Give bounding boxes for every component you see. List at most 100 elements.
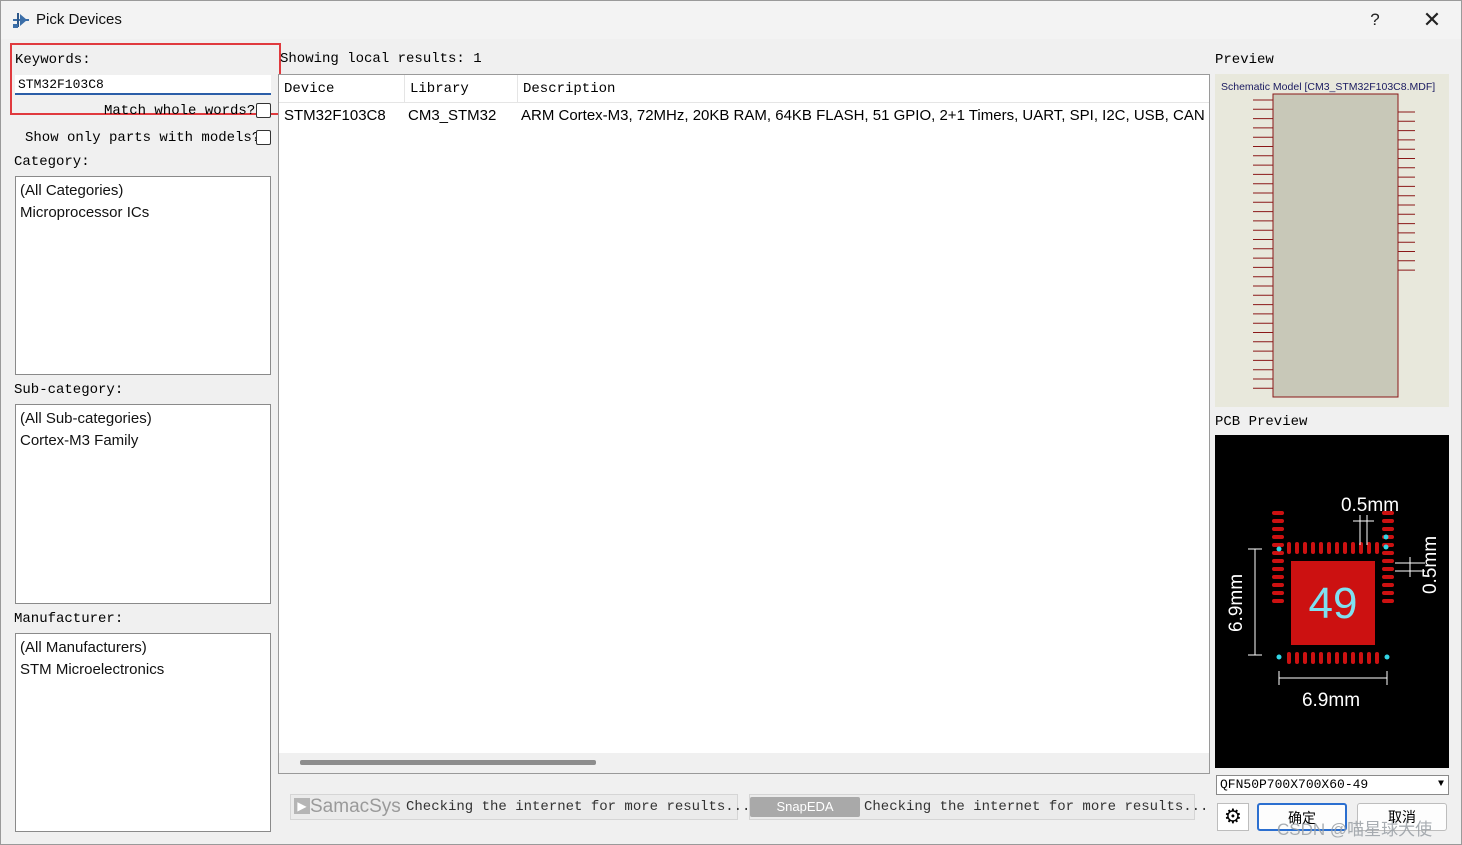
pcb-pad xyxy=(1367,652,1371,664)
watermark-text: CSDN @喵星球大使 xyxy=(1277,820,1433,839)
pcb-pad xyxy=(1303,542,1307,554)
title-bar: Pick Devices ? ✕ xyxy=(1,1,1461,39)
pcb-pad xyxy=(1272,535,1284,539)
pcb-pad xyxy=(1367,542,1371,554)
chevron-down-icon: ▼ xyxy=(1437,779,1444,790)
manufacturer-list[interactable]: (All Manufacturers) STM Microelectronics xyxy=(15,633,271,832)
pcb-pad xyxy=(1382,575,1394,579)
pcb-pad xyxy=(1272,511,1284,515)
device-icon xyxy=(13,13,29,28)
subcategory-item[interactable]: Cortex-M3 Family xyxy=(20,430,266,452)
close-button[interactable]: ✕ xyxy=(1418,7,1446,33)
library-cell[interactable]: CM3_STM32 xyxy=(403,103,518,129)
pcb-pad xyxy=(1272,599,1284,603)
window-title: Pick Devices xyxy=(36,11,122,28)
pcb-pad xyxy=(1319,652,1323,664)
pitch-right-label: 0.5mm xyxy=(1420,536,1441,594)
keywords-label: Keywords: xyxy=(15,52,91,68)
category-list[interactable]: (All Categories) Microprocessor ICs xyxy=(15,176,271,375)
pcb-pad xyxy=(1351,652,1355,664)
results-table: Device Library Description STM32F103C8 C… xyxy=(278,74,1210,774)
package-select[interactable]: QFN50P700X700X60-49 ▼ xyxy=(1216,775,1449,795)
size-bottom-label: 6.9mm xyxy=(1302,690,1360,711)
pcb-pad xyxy=(1311,542,1315,554)
manufacturer-item[interactable]: (All Manufacturers) xyxy=(20,637,266,659)
subcategory-item[interactable]: (All Sub-categories) xyxy=(20,408,266,430)
pcb-pad xyxy=(1272,567,1284,571)
pcb-pad xyxy=(1287,542,1291,554)
pcb-pad xyxy=(1343,542,1347,554)
pcb-pad xyxy=(1272,575,1284,579)
pcb-pad xyxy=(1303,652,1307,664)
pcb-pad xyxy=(1272,519,1284,523)
pcb-pad xyxy=(1382,591,1394,595)
pcb-pad xyxy=(1272,551,1284,555)
package-value: QFN50P700X700X60-49 xyxy=(1220,777,1369,792)
description-cell[interactable]: ARM Cortex-M3, 72MHz, 20KB RAM, 64KB FLA… xyxy=(516,103,1209,129)
pcb-preview-label: PCB Preview xyxy=(1215,414,1308,430)
pcb-pad xyxy=(1375,542,1379,554)
pcb-pad xyxy=(1272,527,1284,531)
subcategory-label: Sub-category: xyxy=(14,382,124,398)
pcb-pad xyxy=(1272,583,1284,587)
category-item[interactable]: (All Categories) xyxy=(20,180,266,202)
column-header-device[interactable]: Device xyxy=(279,75,405,103)
pitch-top-label: 0.5mm xyxy=(1341,495,1399,516)
pcb-pad xyxy=(1287,652,1291,664)
subcategory-list[interactable]: (All Sub-categories) Cortex-M3 Family xyxy=(15,404,271,604)
samacsys-search-panel[interactable]: ▶ SamacSys Checking the internet for more… xyxy=(290,794,750,820)
size-left-label: 6.9mm xyxy=(1226,574,1247,632)
category-item[interactable]: Microprocessor ICs xyxy=(20,202,266,224)
pcb-pad xyxy=(1382,567,1394,571)
pick-devices-dialog: Pick Devices ? ✕ Keywords: STM32F103C8 M… xyxy=(0,0,1462,845)
scrollbar-thumb[interactable] xyxy=(300,760,596,765)
pcb-pad xyxy=(1335,542,1339,554)
show-only-models-label: Show only parts with models? xyxy=(25,130,261,146)
pcb-pad xyxy=(1327,542,1331,554)
pcb-pad xyxy=(1343,652,1347,664)
pcb-pad xyxy=(1272,559,1284,563)
preview-label: Preview xyxy=(1215,52,1274,68)
samacsys-logo: ▶ SamacSys xyxy=(294,796,401,818)
manufacturer-item[interactable]: STM Microelectronics xyxy=(20,659,266,681)
category-label: Category: xyxy=(14,154,90,170)
samacsys-logo-text: SamacSys xyxy=(310,796,401,817)
pcb-pad xyxy=(1272,591,1284,595)
pcb-pad xyxy=(1351,542,1355,554)
horizontal-scrollbar[interactable] xyxy=(279,753,1209,773)
pcb-pad xyxy=(1382,527,1394,531)
table-row[interactable]: STM32F103C8 CM3_STM32 ARM Cortex-M3, 72M… xyxy=(279,103,1209,129)
show-only-models-checkbox[interactable] xyxy=(256,130,271,145)
match-whole-words-label: Match whole words? xyxy=(104,103,256,119)
settings-button[interactable]: ⚙ xyxy=(1217,803,1249,831)
keywords-input[interactable]: STM32F103C8 xyxy=(15,75,271,95)
pcb-pad xyxy=(1382,519,1394,523)
pcb-pad xyxy=(1382,583,1394,587)
pcb-pad xyxy=(1311,652,1315,664)
pcb-preview: 49 0.5mm 6.9mm 6.9mm 0.5mm xyxy=(1215,435,1449,768)
schematic-preview: Schematic Model [CM3_STM32F103C8.MDF] xyxy=(1215,74,1449,407)
pcb-pad xyxy=(1295,652,1299,664)
schematic-symbol: Schematic Model [CM3_STM32F103C8.MDF] xyxy=(1221,81,1435,398)
pad-count-label: 49 xyxy=(1309,579,1358,628)
pcb-pad xyxy=(1272,543,1284,547)
pcb-pad xyxy=(1359,652,1363,664)
pcb-pad xyxy=(1335,652,1339,664)
match-whole-words-checkbox[interactable] xyxy=(256,103,271,118)
snapeda-logo: SnapEDA xyxy=(750,797,860,817)
pcb-pad xyxy=(1327,652,1331,664)
pcb-pad xyxy=(1375,652,1379,664)
manufacturer-label: Manufacturer: xyxy=(14,611,124,627)
column-header-description[interactable]: Description xyxy=(518,75,1209,103)
samacsys-status: Checking the internet for more results..… xyxy=(406,799,751,815)
column-header-library[interactable]: Library xyxy=(405,75,518,103)
pcb-pad xyxy=(1295,542,1299,554)
snapeda-search-panel[interactable]: SnapEDA Checking the internet for more r… xyxy=(749,794,1208,820)
schematic-title: Schematic Model [CM3_STM32F103C8.MDF] xyxy=(1221,81,1435,93)
help-button[interactable]: ? xyxy=(1361,7,1389,33)
device-cell[interactable]: STM32F103C8 xyxy=(279,103,405,129)
pcb-pad xyxy=(1319,542,1323,554)
snapeda-status: Checking the internet for more results..… xyxy=(864,799,1209,815)
pcb-pad xyxy=(1382,559,1394,563)
table-header: Device Library Description xyxy=(279,75,1209,103)
